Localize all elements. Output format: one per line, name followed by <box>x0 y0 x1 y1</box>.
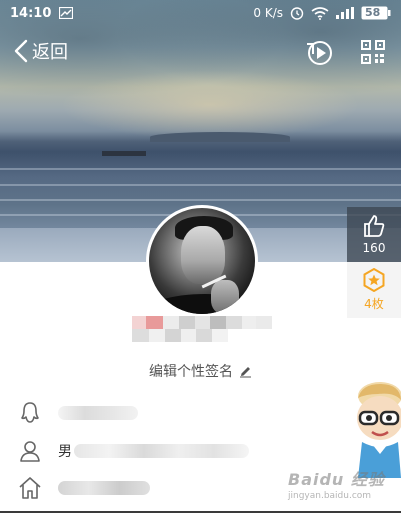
status-bar: 14:10 0 K/s 58 <box>0 0 401 26</box>
battery-icon: 58 <box>361 6 391 20</box>
avatar[interactable] <box>146 205 258 317</box>
watermark-url: jingyan.baidu.com <box>288 491 372 501</box>
person-icon <box>20 441 40 462</box>
hometown-blurred <box>58 481 150 495</box>
back-label: 返回 <box>32 42 68 63</box>
cover-island <box>150 132 290 142</box>
music-play-icon <box>307 41 332 65</box>
pencil-icon <box>240 366 251 377</box>
qq-number-blurred <box>58 406 138 420</box>
star-count: 4枚 <box>364 297 384 311</box>
like-button[interactable]: 160 <box>347 207 401 262</box>
side-action-panel: 160 4枚 <box>347 207 401 318</box>
battery-level: 58 <box>365 6 381 19</box>
baidu-jingyan-watermark: Baidu 经验 jingyan.baidu.com <box>288 466 400 506</box>
alarm-clock-icon <box>290 6 304 20</box>
star-badge-button[interactable]: 4枚 <box>347 262 401 318</box>
network-speed: 0 K/s <box>253 6 283 20</box>
mascot-cartoon[interactable] <box>348 382 401 478</box>
cover-wave <box>0 168 401 170</box>
home-icon <box>19 477 41 499</box>
qr-code-icon <box>361 40 385 64</box>
gender-text: 男 <box>58 444 72 460</box>
penguin-icon <box>21 402 39 423</box>
cover-sky-glow <box>60 70 360 140</box>
notification-icon <box>59 7 74 19</box>
wifi-icon <box>311 6 329 20</box>
chevron-left-icon <box>14 39 28 63</box>
status-time: 14:10 <box>10 5 52 21</box>
mascot-icon <box>357 382 401 478</box>
qr-code-button[interactable] <box>361 40 385 64</box>
profile-details-blurred <box>74 444 249 458</box>
avatar-hand <box>211 280 239 314</box>
music-button[interactable] <box>305 38 335 68</box>
info-row-gender: 男 <box>18 436 249 466</box>
avatar-shoulder <box>149 294 255 314</box>
cover-wave <box>0 184 401 186</box>
nav-bar: 返回 <box>0 30 401 74</box>
star-badge-icon <box>363 268 385 292</box>
info-row-qq <box>18 398 138 428</box>
username-blurred <box>132 316 272 342</box>
avatar-face <box>181 226 225 284</box>
edit-signature-button[interactable]: 编辑个性签名 <box>0 361 401 381</box>
cover-boat <box>102 151 146 156</box>
watermark-brand: Baidu 经验 <box>288 470 385 489</box>
like-count: 160 <box>362 241 386 255</box>
signature-label: 编辑个性签名 <box>149 364 233 380</box>
back-button[interactable]: 返回 <box>12 38 68 64</box>
info-row-home <box>18 473 150 503</box>
signal-icon <box>336 7 354 19</box>
thumbs-up-icon <box>364 215 385 237</box>
cover-wave <box>0 199 401 201</box>
